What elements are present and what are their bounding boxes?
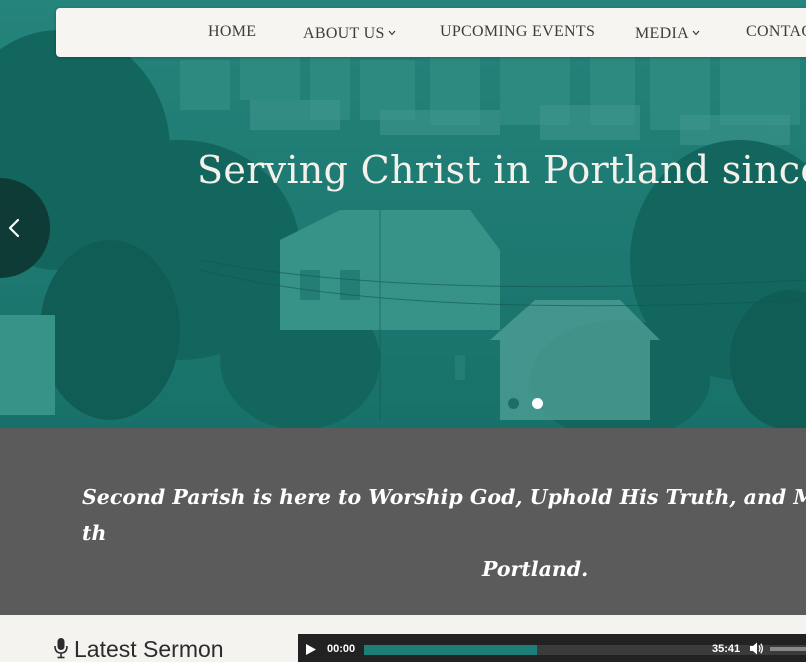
mission-statement-band: Second Parish is here to Worship God, Up… [0, 428, 806, 615]
latest-sermon-heading: Latest Sermon [54, 636, 224, 662]
mission-line-2: Portland. [482, 557, 589, 581]
microphone-icon [54, 637, 68, 662]
nav-contact-label: CONTACT [746, 23, 806, 40]
nav-about-us-label: ABOUT US [303, 25, 385, 42]
nav-upcoming-events[interactable]: UPCOMING EVENTS [440, 23, 595, 41]
nav-contact[interactable]: CONTACT [746, 23, 806, 41]
page: Serving Christ in Portland since 17 HOME… [0, 0, 806, 662]
chevron-left-icon [8, 218, 20, 238]
chevron-down-icon [388, 23, 396, 41]
chevron-down-icon [692, 23, 700, 41]
total-time: 35:41 [712, 643, 741, 655]
speaker-icon [750, 642, 764, 655]
main-navigation: HOME ABOUT US UPCOMING EVENTS MEDIA CONT… [56, 8, 806, 57]
mission-line-1: Second Parish is here to Worship God, Up… [82, 485, 806, 545]
play-button[interactable] [306, 644, 316, 658]
nav-home-label: HOME [208, 23, 257, 40]
volume-slider[interactable] [770, 647, 806, 651]
latest-sermon-label: Latest Sermon [74, 636, 224, 662]
nav-media-label: MEDIA [635, 25, 689, 42]
slider-dot-2-active[interactable] [532, 398, 543, 409]
volume-button[interactable] [750, 642, 764, 658]
hero-color-overlay [0, 0, 806, 428]
hero-title: Serving Christ in Portland since 17 [197, 148, 806, 192]
nav-home[interactable]: HOME [208, 23, 256, 41]
play-icon [306, 644, 316, 655]
mission-statement: Second Parish is here to Worship God, Up… [82, 479, 806, 587]
nav-media[interactable]: MEDIA [635, 23, 700, 43]
current-time: 00:00 [327, 643, 356, 655]
slider-dot-1[interactable] [508, 398, 519, 409]
nav-about-us[interactable]: ABOUT US [303, 23, 396, 43]
progress-played [364, 645, 537, 655]
hero-slider: Serving Christ in Portland since 17 [0, 0, 806, 428]
nav-upcoming-events-label: UPCOMING EVENTS [440, 23, 596, 40]
audio-player: 00:00 35:41 [298, 634, 806, 662]
